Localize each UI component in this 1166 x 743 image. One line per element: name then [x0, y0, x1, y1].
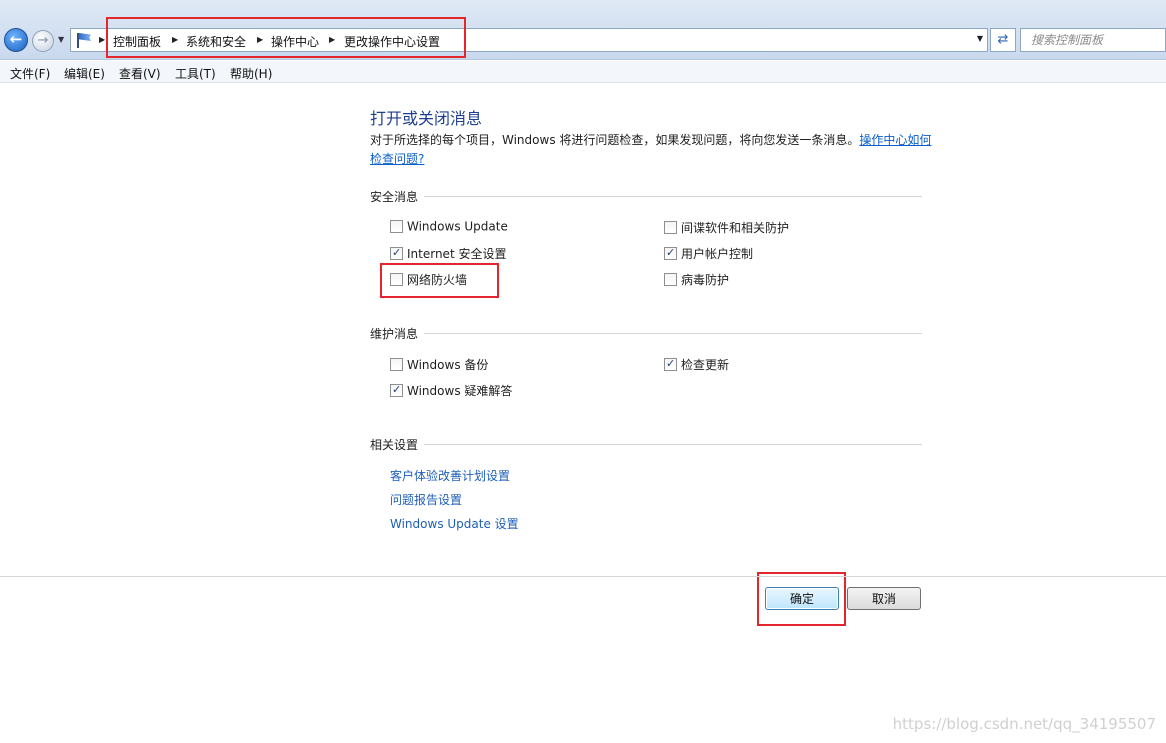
checkbox-box[interactable]	[664, 221, 677, 234]
section-divider	[370, 333, 922, 334]
breadcrumb-arrow-icon[interactable]: ▶	[329, 35, 335, 44]
section-security: 安全消息	[370, 188, 922, 205]
recent-pages-dropdown-icon[interactable]: ▼	[58, 35, 64, 44]
section-label: 维护消息	[370, 325, 425, 342]
cancel-button[interactable]: 取消	[847, 587, 921, 610]
checkbox-box[interactable]	[390, 273, 403, 286]
search-box[interactable]	[1020, 28, 1166, 52]
section-maintenance: 维护消息	[370, 325, 922, 342]
link-problem-reporting[interactable]: 问题报告设置	[390, 491, 462, 508]
checkbox-box[interactable]: ✓	[664, 357, 677, 371]
address-box[interactable]: ▶ 控制面板 ▶ 系统和安全 ▶ 操作中心 ▶ 更改操作中心设置 ▼	[70, 28, 988, 52]
checkbox-label: 间谍软件和相关防护	[681, 221, 790, 235]
breadcrumb-arrow-icon[interactable]: ▶	[257, 35, 263, 44]
checkmark-icon: ✓	[666, 357, 676, 370]
menu-edit[interactable]: 编辑(E)	[64, 65, 105, 82]
breadcrumb-control-panel[interactable]: 控制面板	[113, 33, 161, 50]
checkbox-label: 网络防火墙	[407, 273, 468, 287]
checkbox-label: 检查更新	[681, 358, 730, 372]
search-input[interactable]	[1021, 29, 1165, 51]
address-bar-area: ← → ▼ ▶ 控制面板 ▶ 系统和安全 ▶ 操作中心 ▶ 更改操作中心设置 ▼…	[0, 0, 1166, 60]
menu-file[interactable]: 文件(F)	[10, 65, 50, 82]
breadcrumb-system-security[interactable]: 系统和安全	[186, 33, 246, 50]
checkbox-label: 病毒防护	[681, 273, 730, 287]
checkbox-box[interactable]: ✓	[390, 383, 403, 397]
checkbox-windows-troubleshooting[interactable]: ✓ Windows 疑难解答	[390, 382, 512, 400]
address-dropdown-icon[interactable]: ▼	[977, 34, 983, 43]
checkbox-label: Windows Update	[407, 219, 508, 234]
checkbox-box[interactable]	[390, 220, 403, 233]
page-title: 打开或关闭消息	[370, 109, 483, 128]
checkbox-network-firewall[interactable]: 网络防火墙	[390, 271, 467, 289]
section-label: 相关设置	[370, 436, 425, 453]
description-text: 对于所选择的每个项目，Windows 将进行问题检查，如果发现问题，将向您发送一…	[370, 133, 860, 147]
breadcrumb-arrow-icon[interactable]: ▶	[99, 35, 105, 44]
section-divider	[370, 196, 922, 197]
checkbox-internet-security[interactable]: ✓ Internet 安全设置	[390, 245, 506, 263]
checkbox-uac[interactable]: ✓ 用户帐户控制	[664, 245, 753, 263]
menu-help[interactable]: 帮助(H)	[230, 65, 272, 82]
checkbox-label: Windows 疑难解答	[407, 384, 513, 398]
checkbox-spyware[interactable]: 间谍软件和相关防护	[664, 219, 789, 237]
section-divider	[370, 444, 922, 445]
checkbox-windows-backup[interactable]: Windows 备份	[390, 356, 488, 374]
checkmark-icon: ✓	[392, 246, 402, 259]
back-arrow-icon[interactable]: ←	[4, 28, 28, 52]
section-label: 安全消息	[370, 188, 425, 205]
refresh-icon[interactable]: ⇄	[990, 28, 1016, 52]
action-center-flag-icon	[75, 32, 93, 48]
checkbox-label: Internet 安全设置	[407, 247, 507, 261]
checkmark-icon: ✓	[392, 383, 402, 396]
breadcrumb-change-settings[interactable]: 更改操作中心设置	[344, 33, 440, 50]
checkbox-virus-protection[interactable]: 病毒防护	[664, 271, 729, 289]
checkmark-icon: ✓	[666, 246, 676, 259]
link-windows-update-settings[interactable]: Windows Update 设置	[390, 515, 519, 532]
checkbox-box[interactable]: ✓	[664, 246, 677, 260]
breadcrumb-arrow-icon[interactable]: ▶	[172, 35, 178, 44]
ok-button[interactable]: 确定	[765, 587, 839, 610]
footer-divider	[0, 576, 1166, 577]
checkbox-check-updates[interactable]: ✓ 检查更新	[664, 356, 729, 374]
section-related: 相关设置	[370, 436, 922, 453]
menu-bar: 文件(F) 编辑(E) 查看(V) 工具(T) 帮助(H)	[0, 61, 1166, 83]
watermark: https://blog.csdn.net/qq_34195507	[892, 715, 1156, 733]
menu-view[interactable]: 查看(V)	[119, 65, 161, 82]
checkbox-label: Windows 备份	[407, 358, 489, 372]
breadcrumb-action-center[interactable]: 操作中心	[271, 33, 319, 50]
menu-tools[interactable]: 工具(T)	[175, 65, 216, 82]
checkbox-box[interactable]	[664, 273, 677, 286]
link-ceip-settings[interactable]: 客户体验改善计划设置	[390, 467, 510, 484]
forward-arrow-icon[interactable]: →	[32, 30, 54, 52]
checkbox-label: 用户帐户控制	[681, 247, 754, 261]
checkbox-box[interactable]: ✓	[390, 246, 403, 260]
page-description: 对于所选择的每个项目，Windows 将进行问题检查，如果发现问题，将向您发送一…	[370, 131, 932, 169]
checkbox-windows-update[interactable]: Windows Update	[390, 219, 508, 237]
checkbox-box[interactable]	[390, 358, 403, 371]
